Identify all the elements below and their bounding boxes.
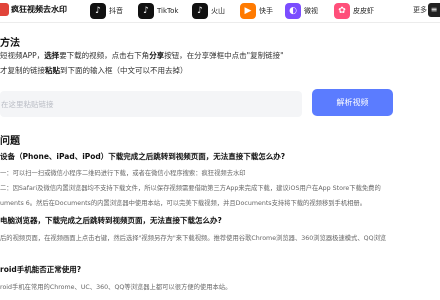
faq-answer-pc-1: 后的视频页面，在视频画面上点击右键，然后选择"视频另存为"来下载视频。推荐使用谷… <box>0 235 387 242</box>
nav-label: TikTok <box>157 6 179 15</box>
top-nav-bar: 疯狂视频去水印 ♪ 抖音 ♪ TikTok ♪ 火山 ▶ 快手 ◐ 微视 ✿ 皮… <box>0 0 440 23</box>
faq-answer-ios-2: 二：因Safari及微信内置浏览器均不支持下载文件，所以保存视频需要借助第三方A… <box>0 185 381 192</box>
method-step-2: 才复制的链接粘贴到下面的输入框（中文可以不用去掉） <box>0 66 188 75</box>
huoshan-icon: ♪ <box>192 2 208 19</box>
nav-item-douyin[interactable]: ♪ 抖音 <box>90 2 123 19</box>
menu-icon[interactable]: ≡ <box>428 3 440 17</box>
brand-logo-icon[interactable] <box>0 3 9 16</box>
nav-label: 皮皮虾 <box>353 6 374 15</box>
faq-answer-android-1: roid手机在常用的Chrome、UC、360、QQ等浏览器上都可以很方便的使用… <box>0 284 232 291</box>
kuaishou-icon: ▶ <box>240 2 256 19</box>
faq-answer-ios-1: 一：可以扫一扫或微信小程序二维码进行下载，或者在微信小程序搜索：疯狂视频去水印 <box>0 170 246 177</box>
faq-question-android: roid手机能否正常使用? <box>0 265 82 274</box>
nav-item-kuaishou[interactable]: ▶ 快手 <box>240 2 273 19</box>
parse-video-button[interactable]: 解析视频 <box>312 89 393 116</box>
method-step-1: 短视频APP，选择要下载的视频，点击右下角分享按钮，在分享弹框中点击"复制链接" <box>0 51 284 60</box>
weishi-icon: ◐ <box>285 2 301 19</box>
video-link-input[interactable] <box>0 91 302 117</box>
nav-item-weishi[interactable]: ◐ 微视 <box>285 2 318 19</box>
nav-label: 快手 <box>259 6 273 15</box>
faq-title: 问题 <box>0 136 20 147</box>
faq-question-ios: 设备（Phone、iPad、iPod）下载完成之后跳转到视频页面，无法直接下载怎… <box>0 152 286 161</box>
faq-answer-ios-3: uments 6。然后在Documents的内置浏览器中使用本站，可以完美下载视… <box>0 200 367 207</box>
nav-item-pipixia[interactable]: ✿ 皮皮虾 <box>334 2 374 19</box>
douyin-icon: ♪ <box>90 2 106 19</box>
faq-question-pc: 电脑浏览器，下载完成之后跳转到视频页面，无法直接下载怎么办? <box>0 216 222 225</box>
brand-name[interactable]: 疯狂视频去水印 <box>11 4 67 15</box>
method-title: 方法 <box>0 38 20 49</box>
tiktok-icon: ♪ <box>138 2 154 19</box>
pipixia-icon: ✿ <box>334 2 350 19</box>
nav-label: 火山 <box>211 6 225 15</box>
nav-label: 微视 <box>304 6 318 15</box>
nav-item-tiktok[interactable]: ♪ TikTok <box>138 2 178 19</box>
nav-item-huoshan[interactable]: ♪ 火山 <box>192 2 225 19</box>
nav-label: 抖音 <box>109 6 123 15</box>
more-link[interactable]: 更多 <box>413 5 427 15</box>
